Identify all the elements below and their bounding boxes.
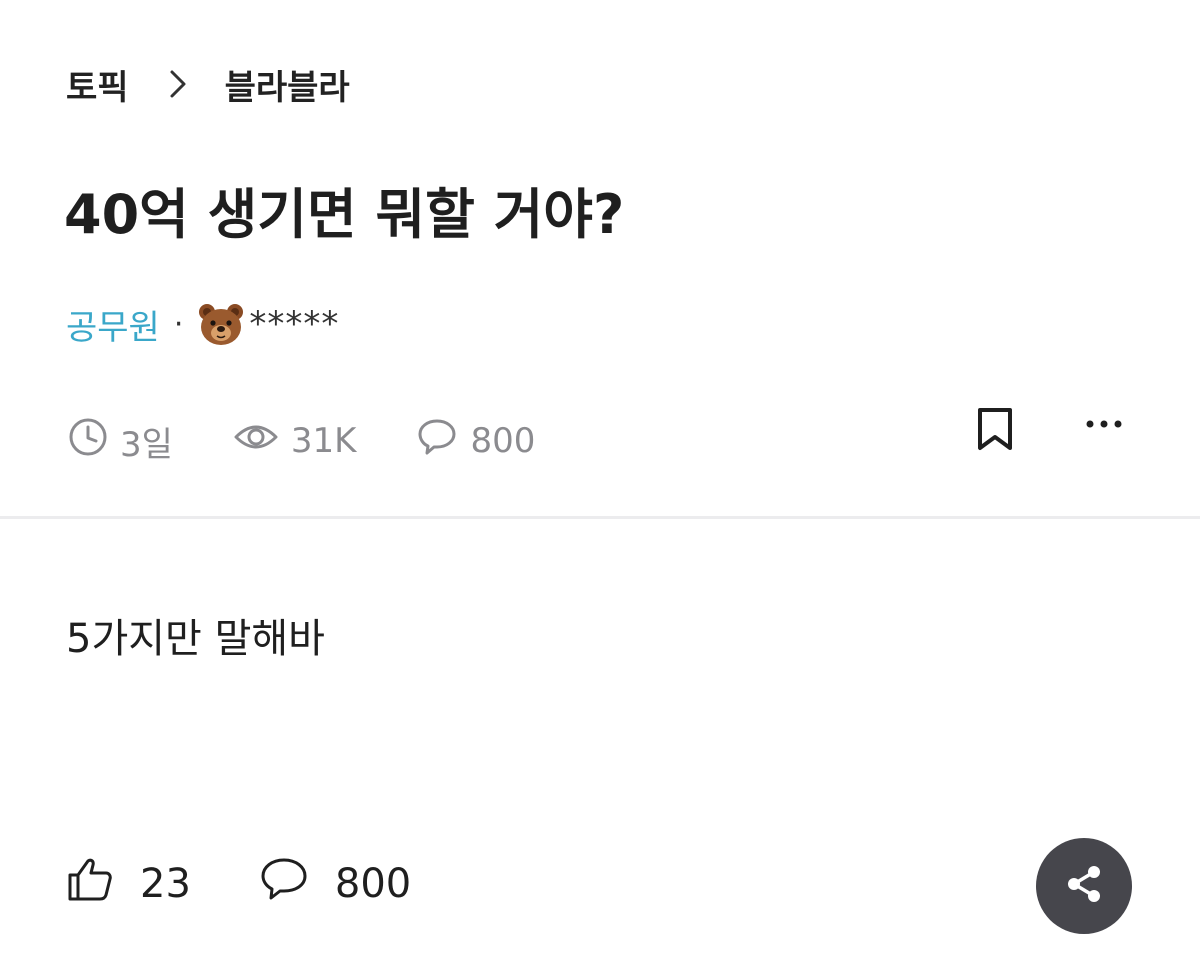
more-horizontal-icon[interactable] [1082, 404, 1126, 448]
breadcrumb: 토픽 블라블라 [66, 58, 350, 110]
bear-face-icon [197, 302, 245, 346]
post-actions: 23 800 [66, 856, 479, 912]
post-comments[interactable]: 800 [416, 417, 535, 466]
comment-icon [259, 856, 335, 912]
post-views-value: 31K [290, 421, 357, 461]
post-views: 31K [233, 417, 357, 466]
author-separator: · [173, 306, 184, 342]
breadcrumb-topic[interactable]: 블라블라 [225, 60, 350, 109]
bookmark-icon[interactable] [974, 406, 1016, 456]
post-time-value: 3일 [120, 424, 173, 465]
author-nickname[interactable]: ***** [249, 304, 339, 344]
like-count: 23 [140, 861, 191, 907]
thumbs-up-icon [66, 855, 140, 913]
share-button[interactable] [1036, 838, 1132, 934]
post-detail-page: 토픽 블라블라 40억 생기면 뭐할 거야? 공무원 · ***** 3일 31… [0, 0, 1200, 960]
comment-icon [416, 417, 470, 466]
post-title: 40억 생기면 뭐할 거야? [64, 183, 625, 246]
post-body: 5가지만 말해바 [66, 616, 325, 662]
post-author: 공무원 · ***** [66, 300, 339, 348]
post-comments-value: 800 [470, 421, 536, 461]
author-company[interactable]: 공무원 [66, 300, 160, 349]
post-time: 3일 [68, 417, 173, 466]
comment-count: 800 [334, 861, 412, 907]
like-button[interactable]: 23 [66, 855, 191, 913]
post-meta: 3일 31K 800 [68, 414, 595, 468]
clock-icon [68, 417, 120, 466]
breadcrumb-section[interactable]: 토픽 [66, 60, 129, 109]
divider [0, 516, 1200, 519]
share-icon [1062, 862, 1106, 910]
chevron-right-icon [169, 69, 187, 99]
comment-button[interactable]: 800 [259, 856, 411, 912]
eye-icon [233, 417, 291, 466]
